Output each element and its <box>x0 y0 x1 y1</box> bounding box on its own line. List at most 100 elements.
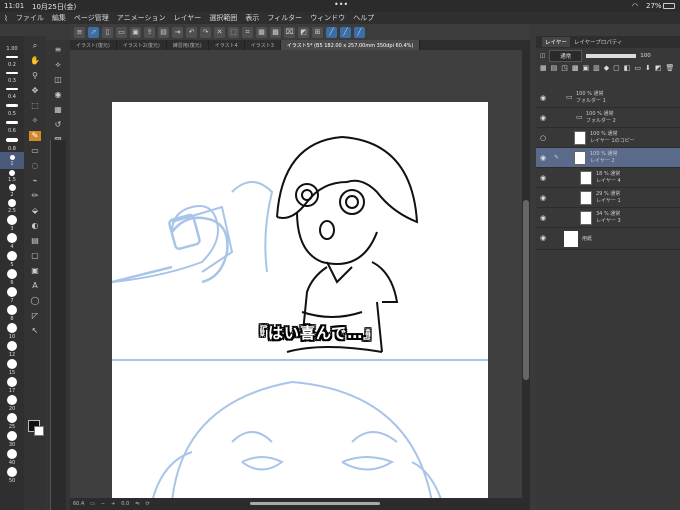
lasso-icon[interactable]: ◌ <box>29 161 41 171</box>
tab-layer-property[interactable]: レイヤープロパティ <box>574 38 623 46</box>
brush-size-swatch[interactable] <box>6 72 18 74</box>
brush-icon[interactable]: ⌁ <box>29 176 41 186</box>
flip-icon[interactable]: ⇋ <box>135 501 139 507</box>
color-icon[interactable]: ▥ <box>593 64 600 88</box>
scrollbar-thumb[interactable] <box>523 200 529 380</box>
clip-icon[interactable]: ▤ <box>551 64 558 88</box>
layer-palette-icon[interactable]: ◫ <box>52 75 64 85</box>
subtool-icon[interactable]: ⟡ <box>52 60 64 70</box>
eraser-icon[interactable]: ▭ <box>29 146 41 156</box>
lock-icon[interactable]: ▦ <box>540 64 547 88</box>
print-icon[interactable]: ▤ <box>158 26 169 38</box>
save-icon[interactable]: ▣ <box>130 26 141 38</box>
tab-document[interactable]: イラスト2(復元) <box>117 40 167 50</box>
menu-icon[interactable]: ≡ <box>74 26 85 38</box>
more-icon[interactable]: ••• <box>334 0 348 9</box>
transform-icon[interactable]: ⬚ <box>228 26 239 38</box>
tab-active-document[interactable]: イラスト5* (B5 182.00 x 257.00mm 350dpi 60.4… <box>280 40 421 50</box>
brush-size-selected[interactable]: 1 <box>0 152 24 169</box>
brush-size-dot[interactable] <box>7 413 17 423</box>
app-icon[interactable]: ⌇ <box>4 14 8 23</box>
fill-icon[interactable]: ▩ <box>270 26 281 38</box>
smoothing-icon[interactable]: ╱ <box>340 26 351 38</box>
visibility-eye-icon[interactable]: ◉ <box>540 174 546 182</box>
brush-size-dot[interactable] <box>8 199 16 207</box>
open-icon[interactable]: ▭ <box>116 26 127 38</box>
zoom-slider-icon[interactable]: ▭ <box>90 501 95 507</box>
brush-size-dot[interactable] <box>7 287 17 297</box>
color-wheel-icon[interactable]: ◉ <box>52 90 64 100</box>
tab-document[interactable]: 練習用(復元) <box>167 40 209 50</box>
move-icon[interactable]: ✥ <box>29 86 41 96</box>
zoom-icon[interactable]: ⌕ <box>29 41 41 51</box>
visibility-eye-icon[interactable]: ○ <box>540 134 546 142</box>
new-vector-icon[interactable]: ◧ <box>624 64 631 88</box>
layer-row[interactable]: ◉ 34 % 通常 レイヤー 3 <box>536 208 680 228</box>
menu-view[interactable]: 表示 <box>245 13 259 23</box>
snap-icon[interactable]: ⊞ <box>312 26 323 38</box>
tab-document[interactable]: イラスト4 <box>209 40 245 50</box>
visibility-eye-icon[interactable]: ◉ <box>540 214 546 222</box>
layer-row[interactable]: ○ 100 % 通常 レイヤー 1のコピー <box>536 128 680 148</box>
mask-add-icon[interactable]: ◩ <box>655 64 662 88</box>
menu-icon[interactable]: ≡ <box>52 45 64 55</box>
stabilizer-icon[interactable]: ╱ <box>326 26 337 38</box>
menu-selection[interactable]: 選択範囲 <box>209 13 237 23</box>
canvas-page[interactable]: 『はい喜んで…』 <box>111 102 488 498</box>
pencil-icon[interactable]: ✏ <box>29 191 41 201</box>
brush-size-swatch[interactable] <box>6 138 18 142</box>
text-icon[interactable]: A <box>29 281 41 291</box>
visibility-eye-icon[interactable]: ◉ <box>540 234 546 242</box>
mask-icon[interactable]: ▩ <box>572 64 579 88</box>
palette-icon[interactable]: ▦ <box>52 105 64 115</box>
menu-animation[interactable]: アニメーション <box>117 13 166 23</box>
fill-icon[interactable]: ⬙ <box>29 206 41 216</box>
crop-icon[interactable]: ⌗ <box>242 26 253 38</box>
layer-row[interactable]: ◉ 18 % 通常 レイヤー 4 <box>536 168 680 188</box>
menu-filter[interactable]: フィルター <box>267 13 302 23</box>
clear-icon[interactable]: ✕ <box>214 26 225 38</box>
brush-size-dot[interactable] <box>7 467 17 477</box>
frame-icon[interactable]: ▣ <box>29 266 41 276</box>
visibility-eye-icon[interactable]: ◉ <box>540 94 546 102</box>
delete-icon[interactable]: 🗑 <box>666 64 675 88</box>
zoom-value[interactable]: 60.4 <box>73 501 84 507</box>
layer-row-selected[interactable]: ◉ ✎ 100 % 通常 レイヤー 2 <box>536 148 680 168</box>
brush-size-dot[interactable] <box>7 377 17 387</box>
tab-document[interactable]: イラスト(復元) <box>70 40 117 50</box>
gradient-icon[interactable]: ▤ <box>29 236 41 246</box>
grid-icon[interactable]: ▦ <box>256 26 267 38</box>
hand-icon[interactable]: ✋ <box>29 56 41 66</box>
brush-size-dot[interactable] <box>7 431 17 441</box>
brush-size-dot[interactable] <box>7 323 17 333</box>
merge-icon[interactable]: ⬇ <box>645 64 651 88</box>
layer-row-folder2[interactable]: ◉ ▭ 100 % 通常 フォルダー 2 <box>536 108 680 128</box>
opacity-value[interactable]: 100 <box>640 53 651 59</box>
wand-icon[interactable]: ✧ <box>29 116 41 126</box>
brush-size-dot[interactable] <box>7 251 17 261</box>
brush-size-dot[interactable] <box>7 449 17 459</box>
canvas-area[interactable]: 『はい喜んで…』 <box>70 50 530 498</box>
brush-size-swatch[interactable] <box>6 121 18 124</box>
undo-icon[interactable]: ↶ <box>186 26 197 38</box>
brush-size-dot[interactable] <box>7 395 17 405</box>
zoom-in-icon[interactable]: + <box>111 501 115 507</box>
vertical-scrollbar[interactable] <box>522 50 530 498</box>
sub-color-swatch[interactable] <box>34 426 44 436</box>
brush-size-swatch[interactable] <box>6 104 18 107</box>
layer-row-folder1[interactable]: ◉ ▭ 100 % 通常 フォルダー 1 <box>536 88 680 108</box>
pressure-icon[interactable]: ╱ <box>354 26 365 38</box>
reference-icon[interactable]: ◳ <box>561 64 568 88</box>
visibility-eye-icon[interactable]: ◉ <box>540 114 546 122</box>
layer-row[interactable]: ◉ 29 % 通常 レイヤー 1 <box>536 188 680 208</box>
zoom-out-icon[interactable]: − <box>101 501 105 507</box>
brush-size-dot[interactable] <box>9 170 15 176</box>
redo-icon[interactable]: ↷ <box>200 26 211 38</box>
eyedropper-icon[interactable]: ⚲ <box>29 71 41 81</box>
opacity-slider[interactable] <box>586 54 637 58</box>
ruler-icon[interactable]: ◸ <box>29 311 41 321</box>
brush-size-dot[interactable] <box>7 305 17 315</box>
blend-icon[interactable]: ◐ <box>29 221 41 231</box>
brush-size-dot[interactable] <box>7 269 17 279</box>
select-icon[interactable]: ⬚ <box>29 101 41 111</box>
